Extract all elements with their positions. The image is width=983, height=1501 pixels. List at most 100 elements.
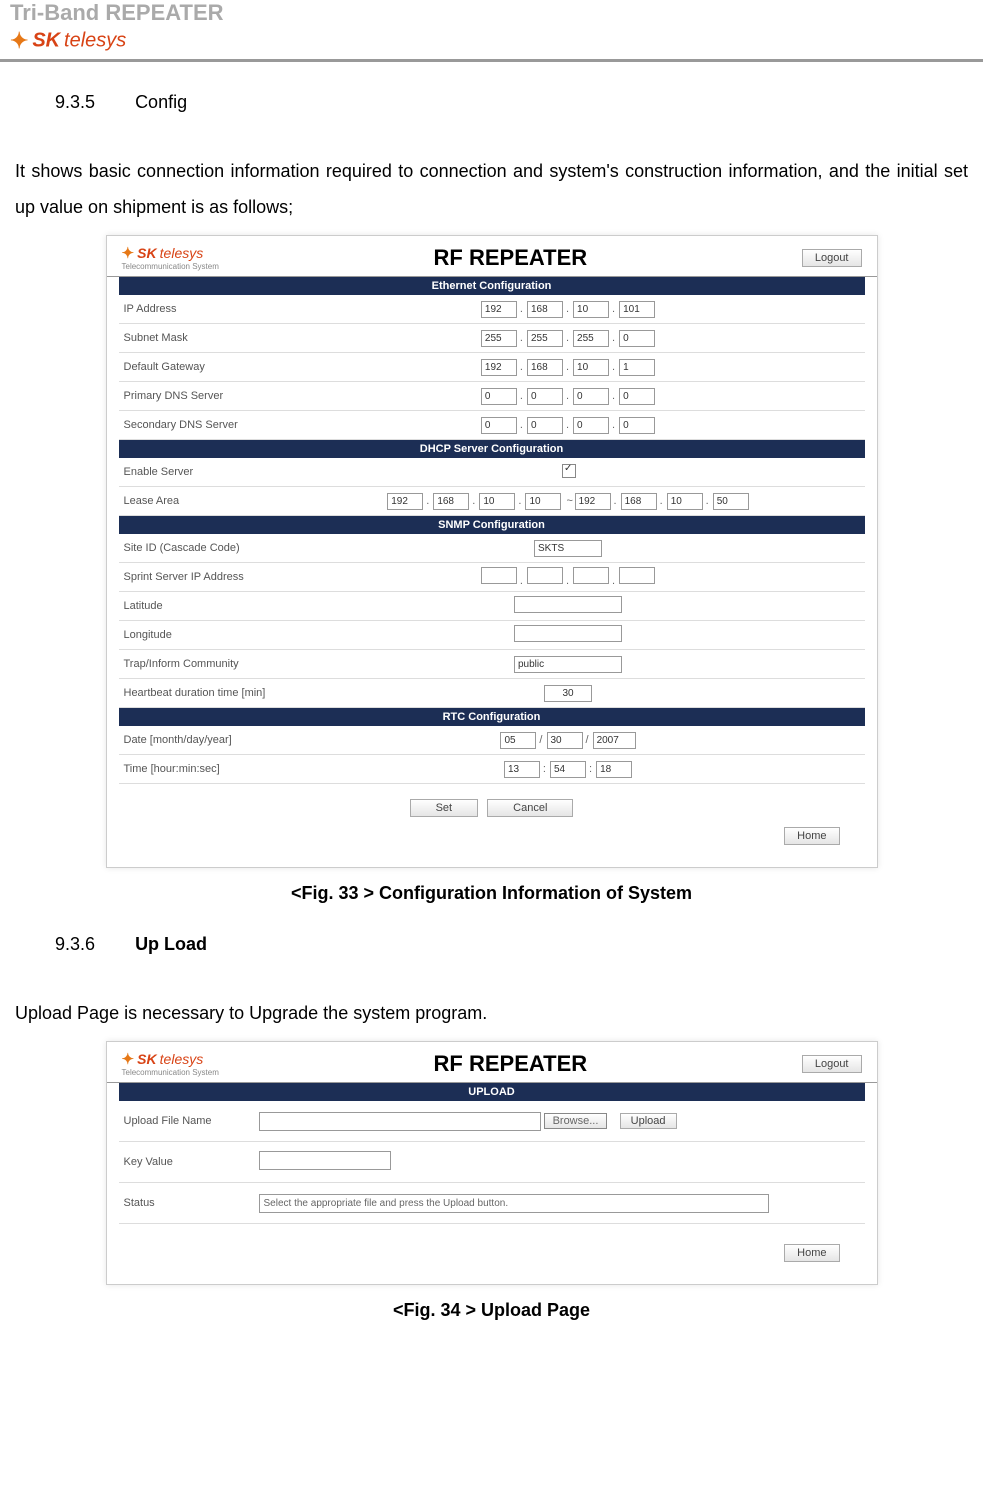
subnet-octet-input[interactable]: 255 bbox=[573, 330, 609, 347]
fig34-logo: ✦ SK telesys Telecommunication System bbox=[122, 1050, 219, 1077]
sdns-octet-input[interactable]: 0 bbox=[619, 417, 655, 434]
page-header: Tri-Band REPEATER ✦ SK telesys bbox=[0, 0, 983, 62]
trap-community-label: Trap/Inform Community bbox=[119, 658, 274, 670]
sdns-octet-input[interactable]: 0 bbox=[573, 417, 609, 434]
time-hour-input[interactable]: 13 bbox=[504, 761, 540, 778]
logout-button[interactable]: Logout bbox=[802, 249, 862, 267]
logo-sk: SK bbox=[32, 30, 60, 52]
logo-telesys: telesys bbox=[160, 245, 204, 261]
upload-header: UPLOAD bbox=[119, 1083, 865, 1101]
ip-octet-input[interactable]: 192 bbox=[481, 301, 517, 318]
sprint-ip-input[interactable] bbox=[481, 567, 517, 584]
upload-button[interactable]: Upload bbox=[620, 1113, 677, 1129]
doc-logo: ✦ SK telesys bbox=[10, 28, 973, 59]
site-id-input[interactable]: SKTS bbox=[534, 540, 602, 557]
cancel-button[interactable]: Cancel bbox=[487, 799, 573, 817]
longitude-input[interactable] bbox=[514, 625, 622, 642]
gateway-octet-input[interactable]: 168 bbox=[527, 359, 563, 376]
lease-end-input[interactable]: 168 bbox=[621, 493, 657, 510]
logo-telesys: telesys bbox=[160, 1051, 204, 1067]
logo-sk: SK bbox=[137, 1051, 156, 1067]
date-year-input[interactable]: 2007 bbox=[593, 732, 636, 749]
trap-community-input[interactable]: public bbox=[514, 656, 622, 673]
figure-33-caption: <Fig. 33 > Configuration Information of … bbox=[15, 883, 968, 904]
lease-start-input[interactable]: 10 bbox=[479, 493, 515, 510]
home-button[interactable]: Home bbox=[784, 1244, 839, 1262]
fig33-logo: ✦ SK telesys Telecommunication System bbox=[122, 244, 219, 271]
logo-sk: SK bbox=[137, 245, 156, 261]
lease-end-input[interactable]: 192 bbox=[575, 493, 611, 510]
lease-start-input[interactable]: 192 bbox=[387, 493, 423, 510]
gateway-octet-input[interactable]: 1 bbox=[619, 359, 655, 376]
gateway-octet-input[interactable]: 10 bbox=[573, 359, 609, 376]
latitude-input[interactable] bbox=[514, 596, 622, 613]
key-value-input[interactable] bbox=[259, 1151, 391, 1170]
body-text-upload: Upload Page is necessary to Upgrade the … bbox=[15, 995, 968, 1031]
lease-area-label: Lease Area bbox=[119, 495, 274, 507]
upload-file-input[interactable] bbox=[259, 1112, 541, 1131]
longitude-label: Longitude bbox=[119, 629, 274, 641]
date-label: Date [month/day/year] bbox=[119, 734, 274, 746]
date-day-input[interactable]: 30 bbox=[547, 732, 583, 749]
home-button[interactable]: Home bbox=[784, 827, 839, 845]
lease-end-input[interactable]: 10 bbox=[667, 493, 703, 510]
pdns-octet-input[interactable]: 0 bbox=[619, 388, 655, 405]
secondary-dns-label: Secondary DNS Server bbox=[119, 419, 274, 431]
star-icon: ✦ bbox=[10, 28, 28, 53]
sprint-ip-input[interactable] bbox=[527, 567, 563, 584]
section-heading-config: 9.3.5 Config bbox=[15, 92, 968, 113]
time-sec-input[interactable]: 18 bbox=[596, 761, 632, 778]
doc-title: Tri-Band REPEATER bbox=[10, 0, 973, 26]
pdns-octet-input[interactable]: 0 bbox=[481, 388, 517, 405]
fig33-title: RF REPEATER bbox=[219, 245, 802, 271]
date-month-input[interactable]: 05 bbox=[500, 732, 536, 749]
lease-end-input[interactable]: 50 bbox=[713, 493, 749, 510]
upload-file-label: Upload File Name bbox=[119, 1115, 254, 1127]
star-icon: ✦ bbox=[122, 245, 135, 262]
logo-telesys: telesys bbox=[64, 30, 126, 52]
gateway-octet-input[interactable]: 192 bbox=[481, 359, 517, 376]
time-min-input[interactable]: 54 bbox=[550, 761, 586, 778]
ip-octet-input[interactable]: 101 bbox=[619, 301, 655, 318]
browse-button[interactable]: Browse... bbox=[544, 1113, 608, 1129]
pdns-octet-input[interactable]: 0 bbox=[527, 388, 563, 405]
logout-button[interactable]: Logout bbox=[802, 1055, 862, 1073]
sdns-octet-input[interactable]: 0 bbox=[527, 417, 563, 434]
figure-33: ✦ SK telesys Telecommunication System RF… bbox=[106, 235, 878, 868]
lease-start-input[interactable]: 10 bbox=[525, 493, 561, 510]
time-label: Time [hour:min:sec] bbox=[119, 763, 274, 775]
snmp-config-header: SNMP Configuration bbox=[119, 516, 865, 534]
fig34-title: RF REPEATER bbox=[219, 1051, 802, 1077]
body-text-config: It shows basic connection information re… bbox=[15, 153, 968, 225]
primary-dns-label: Primary DNS Server bbox=[119, 390, 274, 402]
latitude-label: Latitude bbox=[119, 600, 274, 612]
sprint-ip-input[interactable] bbox=[619, 567, 655, 584]
enable-server-checkbox[interactable] bbox=[562, 464, 576, 478]
enable-server-label: Enable Server bbox=[119, 466, 274, 478]
subnet-octet-input[interactable]: 255 bbox=[527, 330, 563, 347]
subnet-octet-input[interactable]: 0 bbox=[619, 330, 655, 347]
figure-34: ✦ SK telesys Telecommunication System RF… bbox=[106, 1041, 878, 1285]
ip-octet-input[interactable]: 10 bbox=[573, 301, 609, 318]
site-id-label: Site ID (Cascade Code) bbox=[119, 542, 274, 554]
sdns-octet-input[interactable]: 0 bbox=[481, 417, 517, 434]
lease-start-input[interactable]: 168 bbox=[433, 493, 469, 510]
sprint-server-label: Sprint Server IP Address bbox=[119, 571, 274, 583]
default-gateway-label: Default Gateway bbox=[119, 361, 274, 373]
ip-address-label: IP Address bbox=[119, 303, 274, 315]
section-heading-upload: 9.3.6 Up Load bbox=[15, 934, 968, 955]
sprint-ip-input[interactable] bbox=[573, 567, 609, 584]
status-label: Status bbox=[119, 1197, 254, 1209]
ethernet-config-header: Ethernet Configuration bbox=[119, 277, 865, 295]
subnet-octet-input[interactable]: 255 bbox=[481, 330, 517, 347]
rtc-config-header: RTC Configuration bbox=[119, 708, 865, 726]
key-value-label: Key Value bbox=[119, 1156, 254, 1168]
star-icon: ✦ bbox=[122, 1051, 135, 1068]
heartbeat-label: Heartbeat duration time [min] bbox=[119, 687, 274, 699]
ip-octet-input[interactable]: 168 bbox=[527, 301, 563, 318]
dhcp-config-header: DHCP Server Configuration bbox=[119, 440, 865, 458]
heartbeat-input[interactable]: 30 bbox=[544, 685, 592, 702]
set-button[interactable]: Set bbox=[410, 799, 479, 817]
subnet-mask-label: Subnet Mask bbox=[119, 332, 274, 344]
pdns-octet-input[interactable]: 0 bbox=[573, 388, 609, 405]
